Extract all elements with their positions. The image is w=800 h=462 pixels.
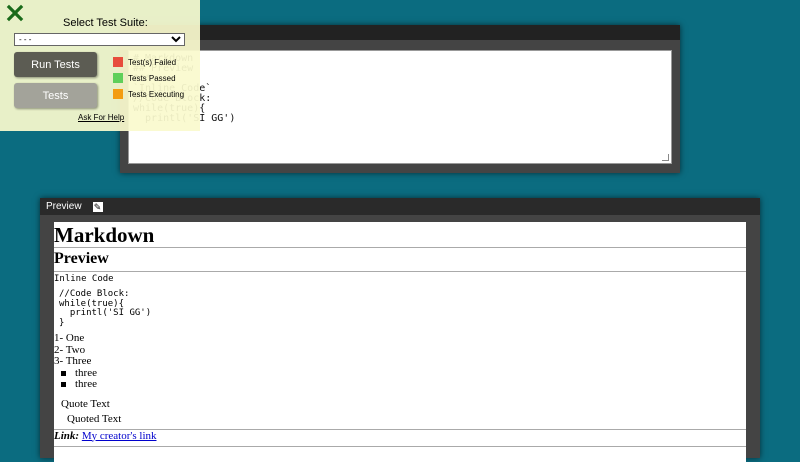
code-line: printl('SI GG'): [59, 308, 152, 318]
link-line: Link: My creator's link: [54, 428, 746, 447]
inline-code: Inline Code: [54, 274, 114, 284]
list-item: three: [61, 367, 746, 380]
nested-blockquote: Quoted Text: [67, 412, 122, 425]
editor-line: ## Preview: [133, 64, 667, 74]
ask-for-help-link[interactable]: Ask For Help: [78, 113, 124, 122]
pencil-icon[interactable]: ✎: [92, 201, 103, 212]
close-icon[interactable]: [6, 4, 24, 22]
editor-line: # Markdown: [133, 54, 667, 64]
preview-header-label: Preview: [46, 201, 82, 212]
code-line: }: [59, 317, 65, 328]
markdown-preview: Markdown Preview Inline Code //Code Bloc…: [54, 222, 746, 462]
editor-line: //Code Block:: [133, 94, 667, 104]
legend-label: Tests Passed: [128, 73, 176, 83]
legend-label: Tests Executing: [128, 89, 185, 99]
tests-button[interactable]: Tests: [14, 83, 97, 108]
failed-swatch-icon: [113, 57, 123, 67]
bullet-icon: [61, 382, 66, 388]
run-tests-button[interactable]: Run Tests: [14, 52, 97, 77]
suite-title: Select Test Suite:: [63, 17, 148, 29]
list-item-text: three: [75, 378, 97, 390]
markdown-editor-textarea[interactable]: # Markdown ## Preview *** `Inline Code` …: [128, 50, 672, 164]
legend-executing: Tests Executing: [113, 89, 184, 99]
list-item: 3- Three: [54, 355, 92, 367]
passed-swatch-icon: [113, 73, 123, 83]
list-item: three: [61, 378, 746, 391]
ordered-list: 1- One 2- Two 3- Three: [54, 332, 746, 368]
legend-failed: Test(s) Failed: [113, 57, 176, 67]
test-suite-panel: Select Test Suite: - - - Run Tests Tests…: [0, 0, 200, 131]
preview-heading-2: Preview: [54, 248, 746, 272]
editor-line: printl('SI GG'): [145, 113, 236, 124]
legend-passed: Tests Passed: [113, 73, 176, 83]
bullet-icon: [61, 370, 66, 376]
list-item: 2- Two: [54, 343, 86, 356]
editor-line: `Inline Code`: [133, 84, 667, 94]
list-item: 1- One: [54, 332, 85, 344]
preview-window: Preview ✎ Markdown Preview Inline Code /…: [40, 198, 760, 462]
editor-line: ***: [133, 74, 667, 84]
blockquote: Quote Text: [61, 397, 110, 410]
preview-heading-1: Markdown: [54, 222, 746, 248]
code-line: //Code Block:: [59, 289, 130, 299]
test-suite-select[interactable]: - - -: [14, 33, 185, 46]
resize-grip-icon[interactable]: [662, 154, 669, 161]
executing-swatch-icon: [113, 89, 123, 99]
editor-header: [120, 25, 680, 40]
preview-header: Preview ✎: [40, 198, 760, 215]
editor-window: # Markdown ## Preview *** `Inline Code` …: [120, 25, 680, 173]
legend-label: Test(s) Failed: [128, 57, 177, 67]
creator-link[interactable]: My creator's link: [82, 430, 157, 442]
code-block: //Code Block: while(true){ printl('SI GG…: [59, 289, 746, 328]
link-label: Link:: [54, 429, 80, 442]
bullet-list: three three: [54, 367, 746, 391]
code-line: while(true){: [59, 298, 125, 309]
